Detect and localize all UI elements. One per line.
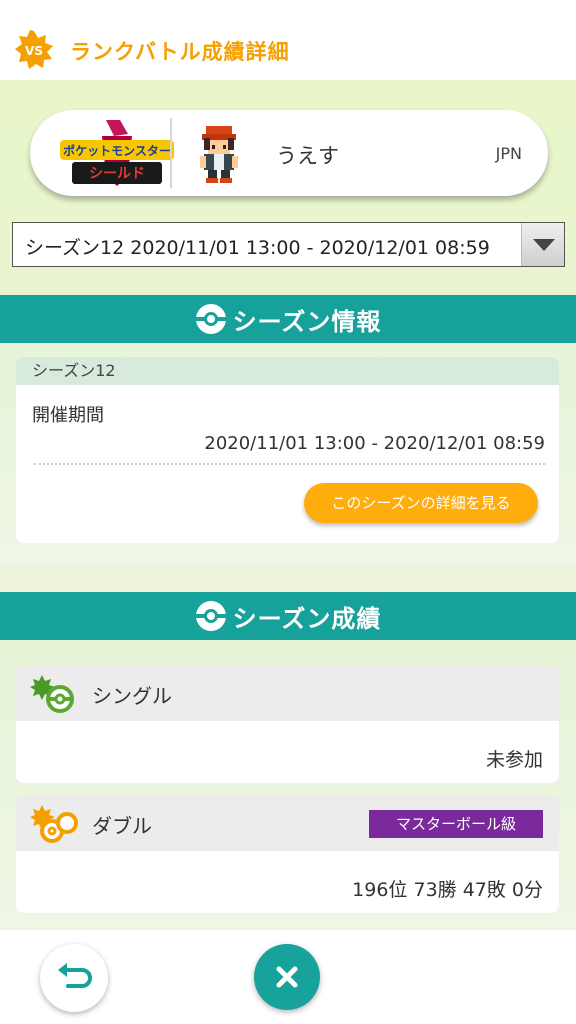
double-title: ダブル <box>92 814 152 838</box>
single-title: シングル <box>92 684 172 708</box>
rank-badge: マスターボール級 <box>369 810 543 838</box>
season-results-title: シーズン成績 <box>232 604 382 633</box>
back-button[interactable] <box>40 944 108 1012</box>
pokeball-icon <box>195 304 226 334</box>
game-logo-bottom-text: シールド <box>89 166 145 182</box>
single-result-card: シングル 未参加 <box>16 665 559 783</box>
pokeball-icon <box>195 601 226 631</box>
chevron-down-icon[interactable] <box>521 223 564 266</box>
single-result-value: 未参加 <box>485 749 543 771</box>
season-info-title: シーズン情報 <box>232 307 382 336</box>
season-dropdown-value: シーズン12 2020/11/01 13:00 - 2020/12/01 08:… <box>25 237 490 259</box>
double-result-header: ダブル マスターボール級 <box>16 795 559 851</box>
period-value: 2020/11/01 13:00 - 2020/12/01 08:59 <box>204 433 545 454</box>
game-logo: ポケットモンスター シールド <box>60 120 174 186</box>
season-card-title: シーズン12 <box>16 357 559 385</box>
double-battle-icon <box>30 805 78 843</box>
vs-badge-text: VS <box>25 44 43 58</box>
dotted-divider <box>34 463 545 465</box>
season-info-header: シーズン情報 <box>0 295 576 343</box>
page-title: ランクバトル成績詳細 <box>70 40 290 64</box>
player-name: うえす <box>276 144 339 168</box>
double-result-card: ダブル マスターボール級 196位 73勝 47敗 0分 <box>16 795 559 913</box>
season-dropdown[interactable]: シーズン12 2020/11/01 13:00 - 2020/12/01 08:… <box>12 222 565 267</box>
close-icon <box>276 966 298 988</box>
card-divider <box>170 118 172 188</box>
season-detail-button[interactable]: このシーズンの詳細を見る <box>304 483 538 523</box>
profile-card: ポケットモンスター シールド うえす JPN <box>30 110 548 196</box>
single-battle-icon <box>30 675 74 713</box>
close-button[interactable] <box>254 944 320 1010</box>
trainer-avatar <box>200 126 238 183</box>
double-result-value: 196位 73勝 47敗 0分 <box>352 879 543 901</box>
game-logo-top-text: ポケットモンスター <box>63 143 171 158</box>
season-results-header: シーズン成績 <box>0 592 576 640</box>
player-region: JPN <box>495 144 522 163</box>
single-result-header: シングル <box>16 665 559 721</box>
top-bar: VS ランクバトル成績詳細 <box>0 0 576 80</box>
back-arrow-icon <box>58 963 92 988</box>
period-label: 開催期間 <box>32 405 104 426</box>
season-info-card: シーズン12 開催期間 2020/11/01 13:00 - 2020/12/0… <box>16 357 559 543</box>
vs-badge-icon: VS <box>15 30 53 69</box>
